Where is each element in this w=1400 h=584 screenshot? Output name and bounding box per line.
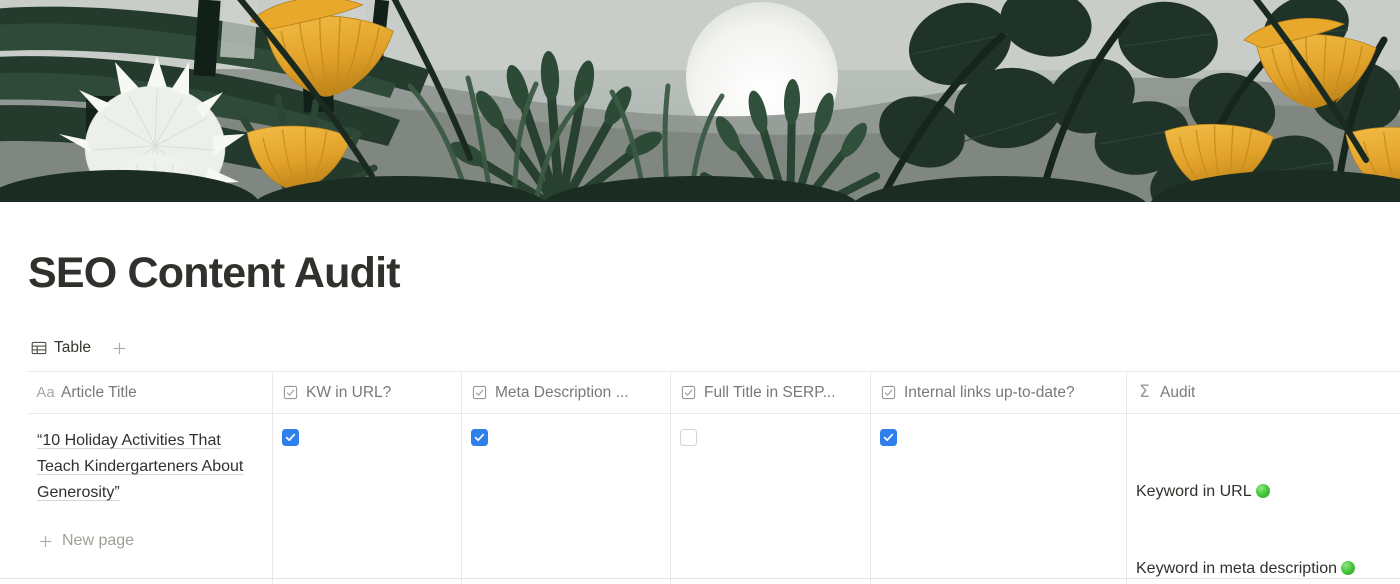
audit-line-text: Keyword in meta description: [1136, 559, 1337, 577]
plus-icon: [113, 342, 125, 354]
audit-line-text: Keyword in URL: [1136, 483, 1252, 500]
column-header-label: Article Title: [61, 383, 137, 401]
column-header-meta-description[interactable]: Meta Description ...: [462, 372, 671, 413]
status-dot-green: [1255, 484, 1270, 498]
cover-artwork: [0, 0, 1400, 202]
check-icon: [285, 433, 296, 442]
check-icon: [883, 433, 894, 442]
column-header-audit[interactable]: Σ Audit: [1127, 372, 1400, 413]
column-header-article-title[interactable]: Aa Article Title: [28, 372, 273, 413]
checkbox-full-title-in-serp[interactable]: [680, 429, 697, 446]
audit-line: Keyword in URL: [1136, 479, 1358, 505]
checkbox-icon: [282, 384, 299, 401]
tab-table[interactable]: Table: [28, 335, 97, 361]
check-icon: [474, 433, 485, 442]
page-bottom-divider: [0, 578, 1400, 579]
title-text-icon: Aa: [36, 384, 55, 401]
new-page-row[interactable]: New page: [28, 520, 1400, 562]
status-dot-green: [1340, 560, 1355, 575]
column-header-label: Internal links up-to-date?: [904, 383, 1075, 401]
add-view-button[interactable]: [107, 336, 131, 360]
checkbox-meta-description[interactable]: [471, 429, 488, 446]
column-header-internal-links[interactable]: Internal links up-to-date?: [871, 372, 1127, 413]
checkbox-kw-in-url[interactable]: [282, 429, 299, 446]
column-header-label: Meta Description ...: [495, 383, 629, 401]
tab-table-label: Table: [54, 339, 92, 356]
column-header-kw-in-url[interactable]: KW in URL?: [273, 372, 462, 413]
checkbox-icon: [680, 384, 697, 401]
column-header-label: KW in URL?: [306, 383, 392, 401]
table-header-row: Aa Article Title KW in URL? Meta Descrip…: [28, 372, 1400, 414]
database-view-bar: Table: [28, 334, 131, 362]
checkbox-icon: [880, 384, 897, 401]
new-page-label: New page: [62, 532, 135, 549]
table-icon: [30, 340, 47, 357]
column-header-label: Full Title in SERP...: [704, 383, 836, 401]
page-title[interactable]: SEO Content Audit: [28, 248, 401, 298]
page-cover-image[interactable]: [0, 0, 1400, 202]
page-body: SEO Content Audit Table Aa Article Title…: [0, 202, 1400, 584]
formula-icon: Σ: [1139, 382, 1150, 402]
column-header-label: Audit: [1160, 383, 1196, 401]
plus-icon: [37, 533, 53, 549]
column-header-full-title-in-serp[interactable]: Full Title in SERP...: [671, 372, 871, 413]
checkbox-internal-links[interactable]: [880, 429, 897, 446]
article-title-link[interactable]: “10 Holiday Activities That Teach Kinder…: [37, 428, 263, 506]
checkbox-icon: [471, 384, 488, 401]
